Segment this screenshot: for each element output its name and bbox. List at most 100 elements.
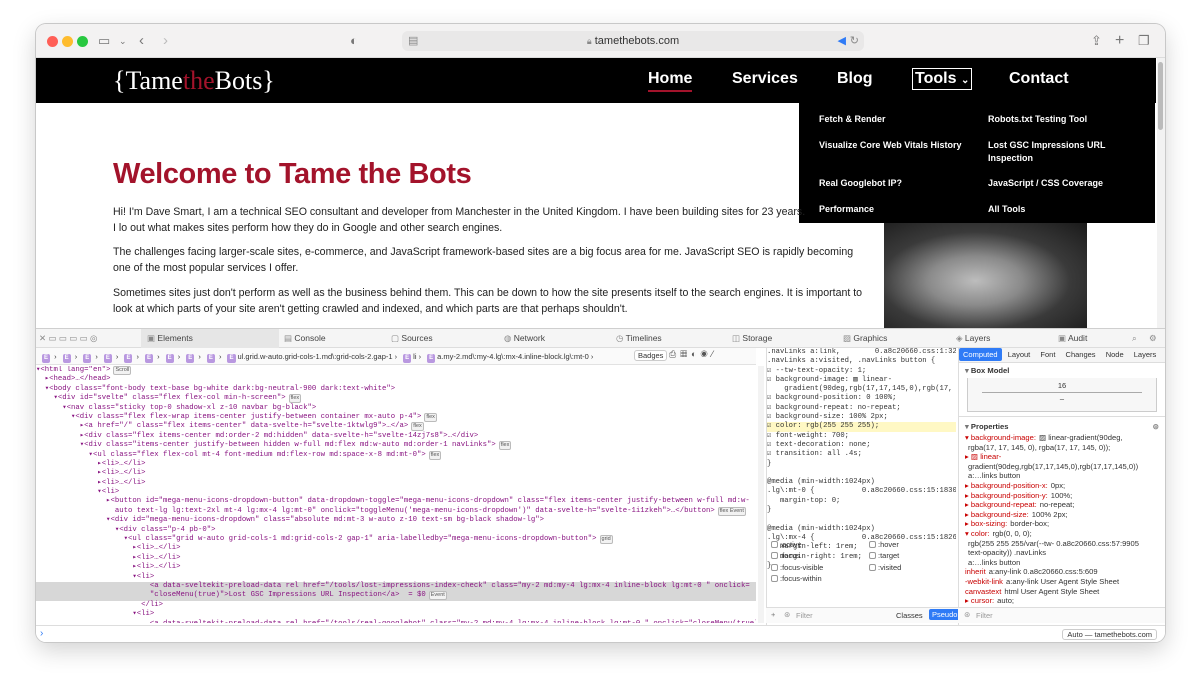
menu-performance[interactable]: Performance [819,203,874,216]
dom-scrollbar[interactable] [758,366,764,623]
sidebar-toggle-icon[interactable]: ▭ [98,32,110,50]
forward-arrow-icon[interactable]: › [163,32,168,50]
dom-node-line[interactable]: ▾<div id="mega-menu-icons-dropdown" clas… [36,516,756,525]
pseudo-checkbox[interactable]: :target [869,550,949,561]
dom-badge[interactable]: flex [424,412,437,422]
breadcrumb-item[interactable]: E › [103,348,118,364]
dom-node-line[interactable]: ▾<li> [36,610,756,619]
breadcrumb-item[interactable]: Ea.my-2.md\:my-4.lg\:mx-4.inline-block.l… [427,348,593,364]
dom-node-line[interactable]: ▾<body class="font-body text-base bg-whi… [36,385,756,394]
tab-font[interactable]: Font [1036,348,1059,361]
style-rule-line[interactable]: @media (min-width:1024px) [767,478,956,487]
computed-property-row[interactable]: gradient(90deg,rgb(17,17,145,0),rgb(17,1… [959,462,1165,472]
dom-badge[interactable]: flex Event [717,506,746,516]
style-rule-line[interactable]: ☑ background-position: 0 100%; [767,394,956,403]
computed-property-row[interactable]: ▾ background-image: ▨ linear-gradient(90d… [959,433,1165,443]
style-rule-line[interactable] [767,469,956,478]
style-rule-line[interactable]: ☑ font-weight: 700; [767,432,956,441]
pseudo-toggle[interactable]: Pseudo [929,609,961,620]
dom-badge[interactable]: Event [428,591,447,601]
tab-elements[interactable]: ▣ Elements [141,329,279,348]
nav-services[interactable]: Services [732,70,798,88]
pseudo-checkbox[interactable]: :focus-within [771,573,869,584]
tab-network[interactable]: ◍ Network [504,333,545,344]
computed-property-row[interactable]: ▸ cursor: auto; [959,596,1165,606]
style-rule-line[interactable]: .navLinks a:link, 0.a8c20660.css:1:32859 [767,348,956,357]
dom-badge[interactable]: grid [599,535,613,545]
chevron-down-icon[interactable]: ⌄ [119,32,127,50]
breadcrumb-item[interactable]: E › [186,348,201,364]
computed-property-row[interactable]: canvastext html User Agent Style Sheet [959,587,1165,597]
tab-overview-icon[interactable]: ❐ [1138,32,1150,50]
pseudo-checkbox[interactable]: :focus [771,550,869,561]
pseudo-checkbox[interactable]: :focus-visible [771,562,869,573]
dom-node-line[interactable]: ▸<li>…</li> [36,460,756,469]
breadcrumb-item[interactable]: E › [145,348,160,364]
execution-context-select[interactable]: Auto — tamethebots.com [1062,629,1157,640]
tab-layout[interactable]: Layout [1004,348,1035,361]
dom-badge[interactable]: Scroll [113,366,132,375]
menu-js-css-coverage[interactable]: JavaScript / CSS Coverage [988,177,1103,190]
nav-contact[interactable]: Contact [1009,70,1069,88]
styles-filter-input[interactable]: Filter [796,611,813,620]
tab-changes[interactable]: Changes [1062,348,1100,361]
new-tab-icon[interactable]: + [1115,32,1124,50]
pseudo-checkbox[interactable]: :visited [869,562,949,573]
dom-node-line[interactable]: ▾<div class="items-center justify-betwee… [36,441,756,451]
reload-icon[interactable]: ↻ [850,31,859,51]
style-rule-line[interactable]: ☑ background-image: ▨ linear- [767,376,956,385]
computed-property-row[interactable]: a:…links button [959,558,1165,568]
dom-node-line[interactable]: ▾<ul class="grid w-auto grid-cols-1 md:g… [36,535,756,545]
tab-layers-computed[interactable]: Layers [1130,348,1161,361]
computed-property-row[interactable]: ▾ color: rgb(0, 0, 0); [959,529,1165,539]
dom-node-line[interactable]: ▸<li>…</li> [36,469,756,478]
style-rule-line[interactable]: ☑ --tw-text-opacity: 1; [767,367,956,376]
dom-node-line[interactable]: ▾<nav class="sticky top-0 shadow-xl z-10… [36,404,756,413]
dom-node-line[interactable]: ▸<li>…</li> [36,563,756,572]
computed-property-row[interactable]: ▸ ▨ linear- [959,452,1165,462]
back-arrow-icon[interactable]: ‹ [139,32,144,50]
menu-core-web-vitals[interactable]: Visualize Core Web Vitals History [819,139,962,152]
nav-home[interactable]: Home [648,70,693,92]
dom-node-line[interactable]: ▸<head>…</head> [36,375,756,384]
dom-node-line[interactable]: ▸<div class="flex items-center md:order-… [36,432,756,441]
style-rule-line[interactable]: margin-top: 0; [767,497,956,506]
page-scrollbar-thumb[interactable] [1158,62,1163,130]
gear-icon[interactable]: ⚙ [1149,333,1157,344]
privacy-shield-icon[interactable]: ◐ [350,32,358,50]
minimize-window-button[interactable] [62,36,73,47]
style-rule-line[interactable]: @media (min-width:1024px) [767,525,956,534]
dom-node-line[interactable]: ▸<li>…</li> [36,544,756,553]
close-window-button[interactable] [47,36,58,47]
dom-node-line[interactable]: ▸<li>…</li> [36,554,756,563]
computed-property-row[interactable]: rgb(255 255 255/var(--tw- 0.a8c20660.css… [959,539,1165,549]
style-rule-line[interactable]: } [767,460,956,469]
nav-tools-button[interactable]: Tools ⌄ [912,68,973,90]
breadcrumb-item[interactable]: Eli › [403,348,421,364]
style-rule-line[interactable]: ☑ background-repeat: no-repeat; [767,404,956,413]
dom-node-line[interactable]: ▾<html lang="en"> Scroll [36,366,756,375]
computed-property-row[interactable]: text-opacity)) .navLinks [959,548,1165,558]
style-rule-line[interactable]: ☑ text-decoration: none; [767,441,956,450]
tab-node[interactable]: Node [1102,348,1128,361]
computed-property-row[interactable]: -webkit-link a:any-link User Agent Style … [959,577,1165,587]
breadcrumb-item[interactable]: E › [42,348,57,364]
tab-storage[interactable]: ◫ Storage [732,333,772,344]
menu-fetch-render[interactable]: Fetch & Render [819,113,886,126]
dom-badge[interactable]: flex [428,450,442,460]
dom-node-line[interactable]: <a data-sveltekit-preload-data rel href=… [36,581,756,592]
zoom-window-button[interactable] [77,36,88,47]
style-rule-line[interactable]: .lg\:mt-0 { 0.a8c20660.css:15:18307 [767,487,956,496]
properties-header[interactable]: ▾ Properties ⊜ [959,416,1165,433]
dom-node-line[interactable]: ▾<div class="flex flex-wrap items-center… [36,412,756,422]
dom-tree[interactable]: ▾<html lang="en"> Scroll ▸<head>…</head> … [36,366,756,623]
dom-badge[interactable]: flex [411,422,424,432]
dom-node-line[interactable]: ▾<div id="svelte" class="flex flex-col m… [36,394,756,404]
tab-audit[interactable]: ▣ Audit [1058,333,1087,344]
computed-property-row[interactable]: ▸ background-size: 100% 2px; [959,510,1165,520]
dom-node-line[interactable]: ▸<button id="mega-menu-icons-dropdown-bu… [36,497,756,506]
dom-node-line[interactable]: ▾<ul class="flex flex-col mt-4 font-medi… [36,450,756,460]
dom-node-line[interactable]: ▾<div class="p-4 pb-0"> [36,526,756,535]
breadcrumb-item[interactable]: Eul.grid.w-auto.grid-cols-1.md\:grid-col… [227,348,397,364]
dom-node-line[interactable]: ▸<a href="/" class="flex items-center" d… [36,422,756,432]
